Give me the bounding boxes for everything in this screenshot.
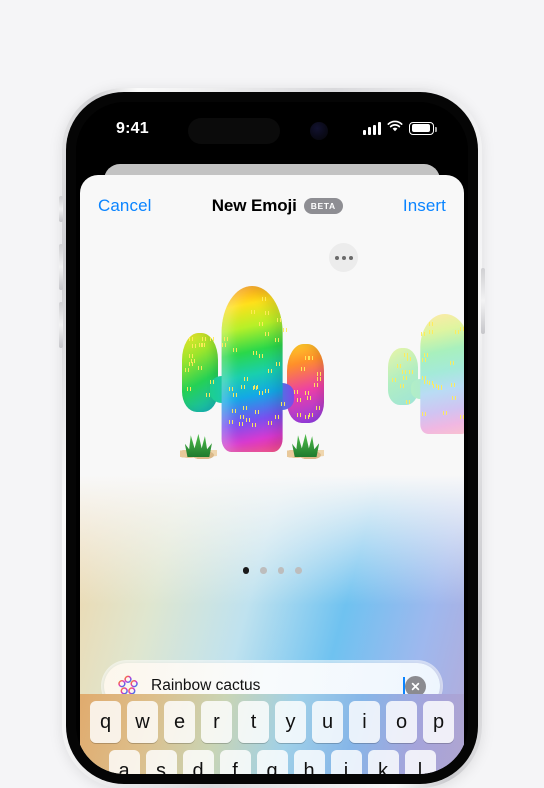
status-indicators [363, 119, 434, 137]
phone-screen: 9:41 Cancel New Emoji BETA Insert Rainbo… [76, 102, 468, 774]
rainbow-cactus-icon [172, 279, 332, 459]
front-camera-icon [310, 122, 328, 140]
key-j[interactable]: j [331, 750, 362, 774]
page-dot-3[interactable] [295, 567, 302, 574]
key-t[interactable]: t [238, 701, 269, 743]
key-o[interactable]: o [386, 701, 417, 743]
key-l[interactable]: l [405, 750, 436, 774]
volume-up-button[interactable] [59, 244, 63, 290]
key-h[interactable]: h [294, 750, 325, 774]
status-bar: 9:41 [76, 102, 468, 154]
page-dot-0[interactable] [243, 567, 250, 574]
key-s[interactable]: s [146, 750, 177, 774]
power-button[interactable] [481, 268, 485, 334]
key-p[interactable]: p [423, 701, 454, 743]
search-input[interactable] [140, 677, 407, 695]
keyboard-row-2: asdfghjkl [80, 743, 464, 774]
on-screen-keyboard[interactable]: qwertyuiop asdfghjkl [80, 694, 464, 774]
battery-icon [409, 122, 434, 135]
page-dots[interactable] [80, 567, 464, 574]
key-f[interactable]: f [220, 750, 251, 774]
key-d[interactable]: d [183, 750, 214, 774]
sheet-nav-bar: Cancel New Emoji BETA Insert [80, 175, 464, 237]
key-u[interactable]: u [312, 701, 343, 743]
sheet-title-group: New Emoji BETA [212, 196, 343, 216]
key-q[interactable]: q [90, 701, 121, 743]
key-g[interactable]: g [257, 750, 288, 774]
dynamic-island[interactable] [188, 118, 280, 144]
emoji-preview-primary[interactable] [172, 279, 332, 459]
key-a[interactable]: a [109, 750, 140, 774]
key-k[interactable]: k [368, 750, 399, 774]
page-dot-2[interactable] [278, 567, 285, 574]
page-dot-1[interactable] [260, 567, 267, 574]
status-time: 9:41 [116, 120, 149, 138]
volume-down-button[interactable] [59, 302, 63, 348]
key-e[interactable]: e [164, 701, 195, 743]
more-options-button[interactable] [329, 243, 358, 272]
emoji-preview-next[interactable] [380, 309, 464, 439]
cancel-button[interactable]: Cancel [98, 196, 152, 216]
signal-bars-icon [363, 122, 381, 135]
wifi-icon [387, 119, 403, 137]
key-w[interactable]: w [127, 701, 158, 743]
page-title: New Emoji [212, 196, 297, 216]
insert-button[interactable]: Insert [403, 196, 446, 216]
keyboard-row-1: qwertyuiop [80, 694, 464, 743]
rainbow-cactus-pastel-icon [380, 309, 464, 439]
new-emoji-sheet: Cancel New Emoji BETA Insert Rainbow cac… [80, 175, 464, 774]
emoji-carousel[interactable] [80, 237, 464, 567]
silent-switch-button[interactable] [59, 196, 63, 222]
beta-badge: BETA [304, 198, 343, 214]
key-r[interactable]: r [201, 701, 232, 743]
key-y[interactable]: y [275, 701, 306, 743]
key-i[interactable]: i [349, 701, 380, 743]
